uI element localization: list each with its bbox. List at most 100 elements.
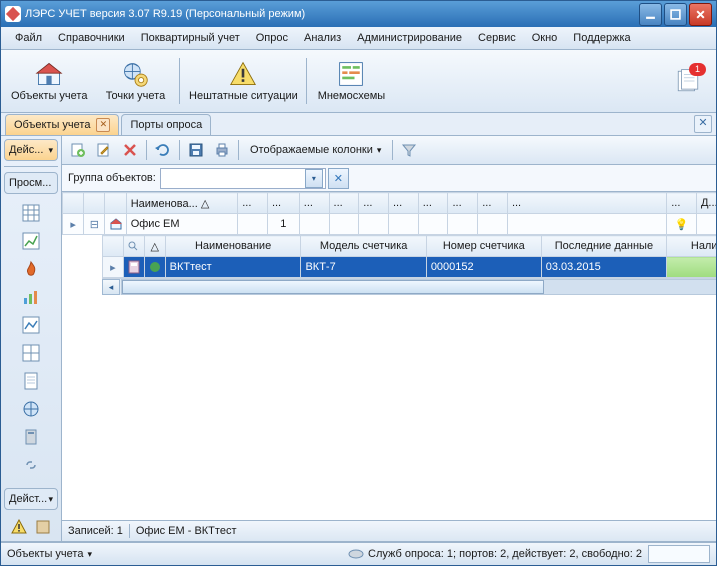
app-icon [5, 6, 21, 22]
cell-name: ВКТтест [165, 257, 301, 278]
menu-file[interactable]: Файл [7, 29, 50, 47]
pencil-icon [96, 142, 112, 158]
menu-dictionaries[interactable]: Справочники [50, 29, 133, 47]
page-icon[interactable] [21, 371, 41, 391]
disk-icon [188, 142, 204, 158]
add-button[interactable] [66, 138, 90, 162]
dock-tab-view[interactable]: Просм... [4, 172, 58, 194]
dock-tab-actions2[interactable]: Дейст... ▾ [4, 488, 58, 510]
barchart-icon[interactable] [21, 287, 41, 307]
dock-tab-actions[interactable]: Дейс... ▾ [4, 139, 58, 161]
cell-lastdata: 03.03.2015 [541, 257, 666, 278]
flame-icon[interactable] [21, 259, 41, 279]
toolbar-sep [306, 58, 307, 104]
delete-button[interactable] [118, 138, 142, 162]
book-icon[interactable] [35, 519, 51, 535]
menu-admin[interactable]: Администрирование [349, 29, 470, 47]
link-icon[interactable] [21, 455, 41, 475]
save-button[interactable] [184, 138, 208, 162]
chevron-down-icon: ▾ [48, 494, 53, 505]
notifications-button[interactable]: 1 [672, 65, 704, 97]
columns-label: Отображаемые колонки [250, 144, 373, 156]
sheet-chart-icon[interactable] [21, 315, 41, 335]
h-scrollbar[interactable]: ◂ ▸ [102, 278, 716, 295]
chevron-down-icon: ▾ [48, 145, 53, 156]
group-row[interactable]: ▸ ⊟ Офис ЕМ 1 💡 1 0 [63, 214, 717, 235]
filter-row: Группа объектов: ▾ ✕ [62, 165, 716, 192]
col-name[interactable]: Наименова... △ [126, 193, 238, 214]
tabs-close-all[interactable]: ✕ [694, 115, 712, 133]
grid-icon[interactable] [21, 343, 41, 363]
dock-tab2-label: Просм... [9, 177, 51, 189]
server-icon[interactable] [21, 427, 41, 447]
close-button[interactable] [689, 3, 712, 26]
menu-apartment[interactable]: Поквартирный учет [133, 29, 248, 47]
menu-poll[interactable]: Опрос [248, 29, 296, 47]
grid-empty-area [62, 295, 716, 520]
dock-tab3-label: Дейст... [9, 493, 47, 505]
tab-ports-label: Порты опроса [130, 119, 202, 131]
warning-icon [229, 60, 257, 88]
cell-serial: 0000152 [426, 257, 541, 278]
toolbar-sep [179, 58, 180, 104]
clear-filter-button[interactable]: ✕ [328, 168, 349, 189]
print-button[interactable] [210, 138, 234, 162]
window-title: ЛЭРС УЧЕТ версия 3.07 R9.19 (Персональны… [25, 8, 637, 20]
alerts-button[interactable]: Нештатные ситуации [182, 55, 304, 107]
minimize-button[interactable] [639, 3, 662, 26]
house-icon [35, 60, 63, 88]
tabs-row: Объекты учета ✕ Порты опроса ✕ [1, 113, 716, 136]
meter-icon [123, 257, 144, 278]
menu-service[interactable]: Сервис [470, 29, 524, 47]
row-indicator-icon: ▸ [103, 257, 124, 278]
dropdown-icon[interactable]: ▾ [305, 169, 323, 188]
alerts-label: Нештатные ситуации [189, 90, 298, 102]
edit-button[interactable] [92, 138, 116, 162]
col-lastdata[interactable]: Последние данные [541, 236, 666, 257]
menu-support[interactable]: Поддержка [565, 29, 638, 47]
col-serial[interactable]: Номер счетчика [426, 236, 541, 257]
col-model[interactable]: Модель счетчика [301, 236, 426, 257]
scroll-thumb[interactable] [122, 280, 544, 294]
cell-presence [667, 257, 716, 278]
filter-button[interactable] [397, 138, 421, 162]
globe-gear-icon [121, 60, 149, 88]
group-combo[interactable]: ▾ [160, 168, 326, 189]
data-row-selected[interactable]: ▸ ВКТтест ВКТ-7 0000152 03.03.2015 [103, 257, 717, 278]
col-presence[interactable]: Наличие дан [667, 236, 716, 257]
dock-tab1-label: Дейс... [9, 144, 43, 156]
col-inner-name[interactable]: Наименование [165, 236, 301, 257]
server-status-icon [348, 549, 364, 559]
col-d[interactable]: Д... [696, 193, 716, 214]
table-icon[interactable] [21, 203, 41, 223]
menu-analysis[interactable]: Анализ [296, 29, 349, 47]
status-objects-button[interactable]: Объекты учета ▾ [7, 548, 92, 560]
refresh-button[interactable] [151, 138, 175, 162]
menu-window[interactable]: Окно [524, 29, 566, 47]
print-icon [214, 142, 230, 158]
collapse-icon[interactable]: ⊟ [84, 214, 105, 235]
tab-ports[interactable]: Порты опроса [121, 114, 211, 135]
columns-button[interactable]: Отображаемые колонки ▾ [243, 138, 388, 162]
points-label: Точки учета [106, 90, 166, 102]
objects-label: Объекты учета [11, 90, 87, 102]
data-grid[interactable]: Наименова... △ ... ... ... ... ... ... .… [62, 192, 716, 520]
group-label: Группа объектов: [68, 172, 156, 184]
objects-button[interactable]: Объекты учета [5, 55, 93, 107]
points-button[interactable]: Точки учета [93, 55, 177, 107]
warning-small-icon[interactable] [11, 519, 27, 535]
globe-icon[interactable] [21, 399, 41, 419]
page-plus-icon [70, 142, 86, 158]
linechart-icon[interactable] [21, 231, 41, 251]
dock-icons [1, 197, 61, 485]
grid-header-outer[interactable]: Наименова... △ ... ... ... ... ... ... .… [63, 193, 717, 214]
scroll-left-icon[interactable]: ◂ [102, 279, 120, 295]
search-small-icon[interactable] [128, 241, 138, 251]
grid-header-inner[interactable]: △ Наименование Модель счетчика Номер сче… [103, 236, 717, 257]
mnemo-button[interactable]: Мнемосхемы [309, 55, 393, 107]
tab-objects[interactable]: Объекты учета ✕ [5, 114, 119, 135]
maximize-button[interactable] [664, 3, 687, 26]
tab-close-icon[interactable]: ✕ [96, 118, 110, 132]
row-indicator-icon: ▸ [63, 214, 84, 235]
delete-icon [122, 142, 138, 158]
